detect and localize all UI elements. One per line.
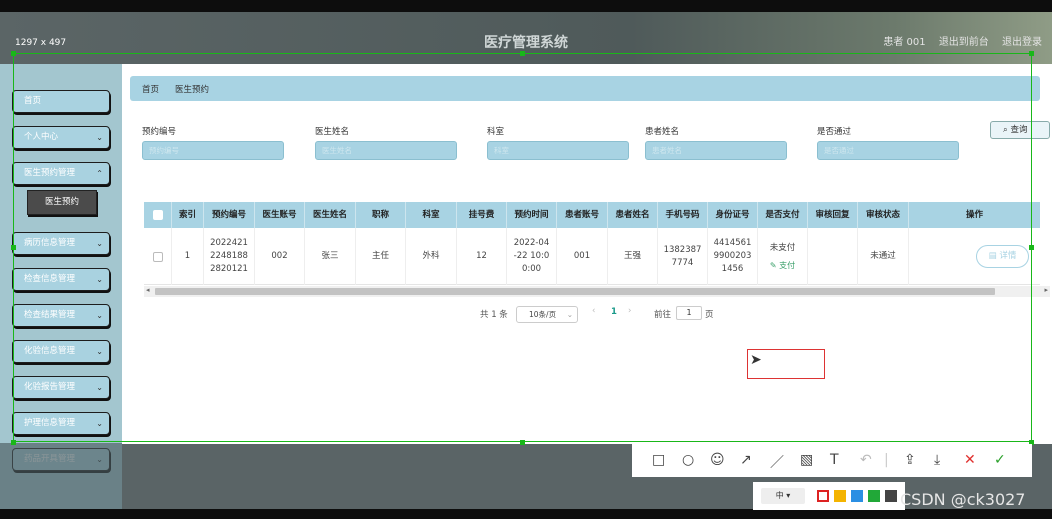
rectangle-tool-icon[interactable]: □ — [652, 452, 665, 468]
resize-handle[interactable] — [11, 51, 16, 56]
capture-selection[interactable] — [13, 53, 1032, 442]
toolbar-divider: | — [884, 452, 889, 468]
user-name: 患者 001 — [883, 37, 926, 48]
color-swatch-green[interactable] — [868, 490, 880, 502]
undo-icon[interactable]: ↶ — [860, 452, 872, 468]
arrow-tool-icon[interactable]: ↗ — [740, 452, 752, 468]
confirm-icon[interactable]: ✓ — [994, 452, 1006, 468]
color-swatch-blue[interactable] — [851, 490, 863, 502]
color-swatch-yellow[interactable] — [834, 490, 846, 502]
header-actions: 患者 001 退出到前台 退出登录 — [873, 33, 1042, 48]
emoji-tool-icon[interactable]: ☺ — [710, 452, 725, 468]
resize-handle[interactable] — [520, 51, 525, 56]
resize-handle[interactable] — [11, 440, 16, 445]
pen-tool-icon[interactable]: ／ — [770, 452, 784, 472]
back-to-frontend-link[interactable]: 退出到前台 — [939, 37, 989, 48]
resize-handle[interactable] — [11, 245, 16, 250]
capture-size-label: 1297 x 497 — [15, 38, 67, 48]
color-toolbar: 中 ▾ — [753, 482, 905, 510]
download-icon[interactable]: ⤓ — [934, 452, 940, 468]
resize-handle[interactable] — [1029, 51, 1034, 56]
mouse-cursor-icon: ➤ — [750, 352, 762, 368]
share-icon[interactable]: ⇪ — [904, 452, 916, 468]
ellipse-tool-icon[interactable]: ○ — [682, 452, 694, 468]
watermark: CSDN @ck3027 — [900, 490, 1026, 509]
mosaic-tool-icon[interactable]: ▧ — [800, 452, 813, 468]
close-icon[interactable]: ✕ — [964, 452, 976, 468]
capture-toolbar: □ ○ ☺ ↗ ／ ▧ T ↶ | ⇪ ⤓ ✕ ✓ — [632, 444, 1032, 477]
color-swatch-red[interactable] — [817, 490, 829, 502]
font-size-select[interactable]: 中 ▾ — [761, 488, 805, 504]
scroll-right-icon[interactable]: ▸ — [1044, 286, 1048, 294]
resize-handle[interactable] — [520, 440, 525, 445]
resize-handle[interactable] — [1029, 245, 1034, 250]
logout-link[interactable]: 退出登录 — [1002, 37, 1042, 48]
color-swatch-gray[interactable] — [885, 490, 897, 502]
text-tool-icon[interactable]: T — [830, 452, 839, 468]
